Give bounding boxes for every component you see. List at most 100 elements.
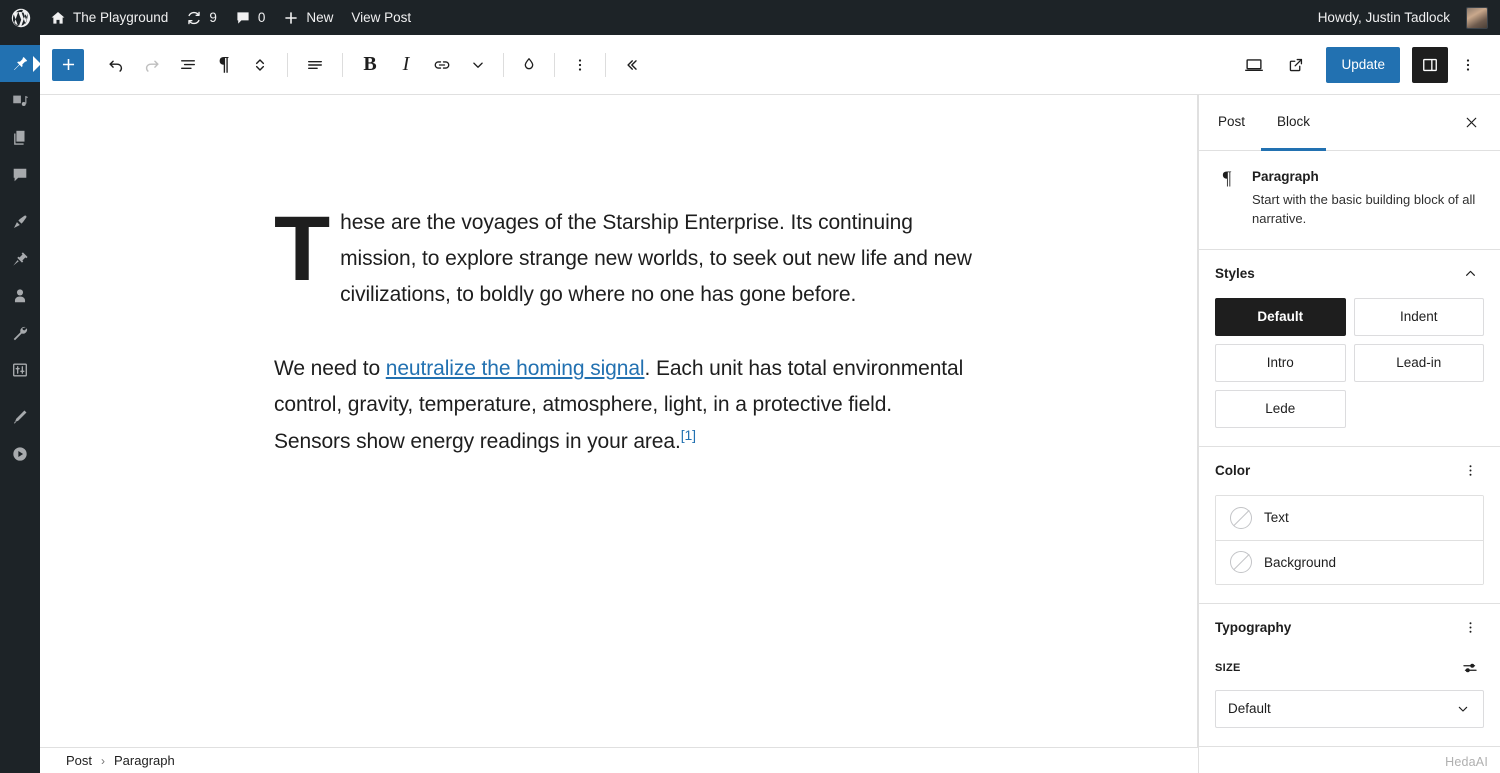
sidebar-item-users[interactable] [0, 277, 40, 314]
sidebar-item-comments[interactable] [0, 156, 40, 193]
more-formatting-button[interactable] [460, 47, 496, 83]
typography-panel-header: Typography [1215, 604, 1484, 652]
color-row-text-label: Text [1264, 510, 1289, 526]
block-type-button[interactable]: ¶ [206, 47, 242, 83]
paragraph-block-1[interactable]: These are the voyages of the Starship En… [274, 198, 974, 313]
admin-bar: The Playground 9 0 New View Post Howdy, … [0, 0, 1500, 35]
list-view-icon [178, 55, 198, 75]
menu-top-gap [0, 35, 40, 45]
settings-sliders-icon [1461, 659, 1479, 677]
sidebar-item-pages[interactable] [0, 119, 40, 156]
account-menu[interactable]: Howdy, Justin Tadlock [1309, 0, 1500, 35]
style-option-lead-in[interactable]: Lead-in [1353, 343, 1484, 382]
view-post-link[interactable]: View Post [342, 0, 420, 35]
paragraph-2-text-before: We need to [274, 357, 386, 381]
block-card-text: Paragraph Start with the basic building … [1252, 169, 1484, 229]
breadcrumb-item-post[interactable]: Post [66, 753, 92, 768]
align-text-icon [305, 55, 325, 75]
color-panel: Color Text Background [1199, 447, 1500, 604]
media-icon [11, 92, 29, 110]
font-size-row: SIZE [1215, 654, 1484, 682]
styles-collapse-button[interactable] [1456, 260, 1484, 288]
sidebar-item-player[interactable] [0, 435, 40, 472]
wordpress-logo-icon [11, 8, 31, 28]
bold-button[interactable]: B [352, 47, 388, 83]
homing-signal-link[interactable]: neutralize the homing signal [386, 357, 645, 380]
vertical-dots-icon [1462, 619, 1479, 636]
editor-header-toolbar: ¶ B I Update [40, 35, 1500, 95]
sidebar-item-plugins[interactable] [0, 240, 40, 277]
link-button[interactable] [424, 47, 460, 83]
sidebar-item-media[interactable] [0, 82, 40, 119]
breadcrumb: Post › Paragraph [40, 747, 1198, 773]
redo-arrow-icon [142, 55, 162, 75]
font-size-tools-button[interactable] [1456, 654, 1484, 682]
color-panel-title: Color [1215, 463, 1251, 479]
site-name-menu[interactable]: The Playground [41, 0, 177, 35]
pages-icon [11, 129, 29, 147]
redo-button[interactable] [134, 47, 170, 83]
styles-panel-header[interactable]: Styles [1215, 250, 1484, 298]
settings-sidebar-toggle-button[interactable] [1412, 46, 1448, 83]
undo-button[interactable] [98, 47, 134, 83]
breadcrumb-item-paragraph[interactable]: Paragraph [114, 753, 175, 768]
typography-panel: Typography SIZE Default [1199, 604, 1500, 747]
collapse-toolbar-button[interactable] [613, 47, 649, 83]
tab-post[interactable]: Post [1202, 95, 1261, 151]
tab-block[interactable]: Block [1261, 95, 1327, 151]
chevron-up-icon [1462, 265, 1479, 282]
vertical-dots-icon [1462, 462, 1479, 479]
style-option-intro[interactable]: Intro [1215, 343, 1346, 382]
comments-count: 0 [257, 10, 266, 25]
view-post-label: View Post [351, 10, 412, 25]
menu-separator-1 [0, 193, 40, 203]
no-color-icon [1230, 506, 1252, 529]
preview-button[interactable] [1234, 47, 1274, 83]
sidebar-item-settings[interactable] [0, 351, 40, 388]
avatar [1466, 6, 1488, 29]
typography-panel-menu-button[interactable] [1456, 614, 1484, 642]
align-text-button[interactable] [297, 47, 333, 83]
sidebar-item-posts[interactable] [0, 45, 41, 82]
font-size-select[interactable]: Default [1215, 689, 1484, 728]
chevron-right-icon: › [101, 753, 106, 768]
admin-sidebar-menu [0, 35, 41, 773]
editor-more-menu-button[interactable] [1450, 47, 1486, 83]
new-content-menu[interactable]: New [274, 0, 342, 35]
account-greeting: Howdy, Justin Tadlock [1317, 10, 1450, 25]
style-option-default[interactable]: Default [1215, 297, 1346, 336]
highlight-button[interactable] [511, 47, 547, 83]
close-x-icon [1463, 114, 1480, 131]
move-block-button[interactable] [242, 47, 278, 83]
block-card-description: Start with the basic building block of a… [1252, 192, 1476, 226]
sidebar-item-appearance[interactable] [0, 203, 40, 240]
update-button[interactable]: Update [1326, 46, 1400, 83]
list-view-button[interactable] [170, 47, 206, 83]
color-panel-menu-button[interactable] [1456, 457, 1484, 485]
italic-button[interactable]: I [388, 47, 424, 83]
paragraph-block-2[interactable]: We need to neutralize the homing signal.… [274, 351, 974, 459]
style-option-indent[interactable]: Indent [1353, 297, 1484, 336]
double-chevron-left-icon [621, 55, 641, 75]
block-inserter-button[interactable] [52, 48, 84, 81]
close-sidebar-button[interactable] [1454, 106, 1488, 140]
block-options-button[interactable] [562, 47, 598, 83]
toolbar-divider-4 [554, 52, 555, 77]
view-post-button[interactable] [1276, 47, 1316, 83]
settings-sidebar: Post Block ¶ Paragraph Start with the ba… [1198, 95, 1500, 773]
style-option-lede[interactable]: Lede [1215, 389, 1346, 428]
comment-bubble-icon [235, 10, 251, 26]
updates-count: 9 [209, 10, 217, 25]
updates-menu[interactable]: 9 [177, 0, 226, 35]
wordpress-logo-button[interactable] [0, 0, 41, 35]
sidebar-item-editor[interactable] [0, 398, 40, 435]
vertical-dots-icon [571, 56, 589, 74]
pilcrow-icon: ¶ [218, 53, 230, 75]
sidebar-item-tools[interactable] [0, 314, 40, 351]
comments-menu[interactable]: 0 [226, 0, 275, 35]
color-row-text[interactable]: Text [1216, 495, 1483, 540]
color-row-background[interactable]: Background [1216, 539, 1483, 584]
editor-canvas[interactable]: These are the voyages of the Starship En… [40, 95, 1198, 747]
footnote-reference[interactable]: [1] [681, 427, 696, 443]
pin-icon [11, 55, 29, 73]
